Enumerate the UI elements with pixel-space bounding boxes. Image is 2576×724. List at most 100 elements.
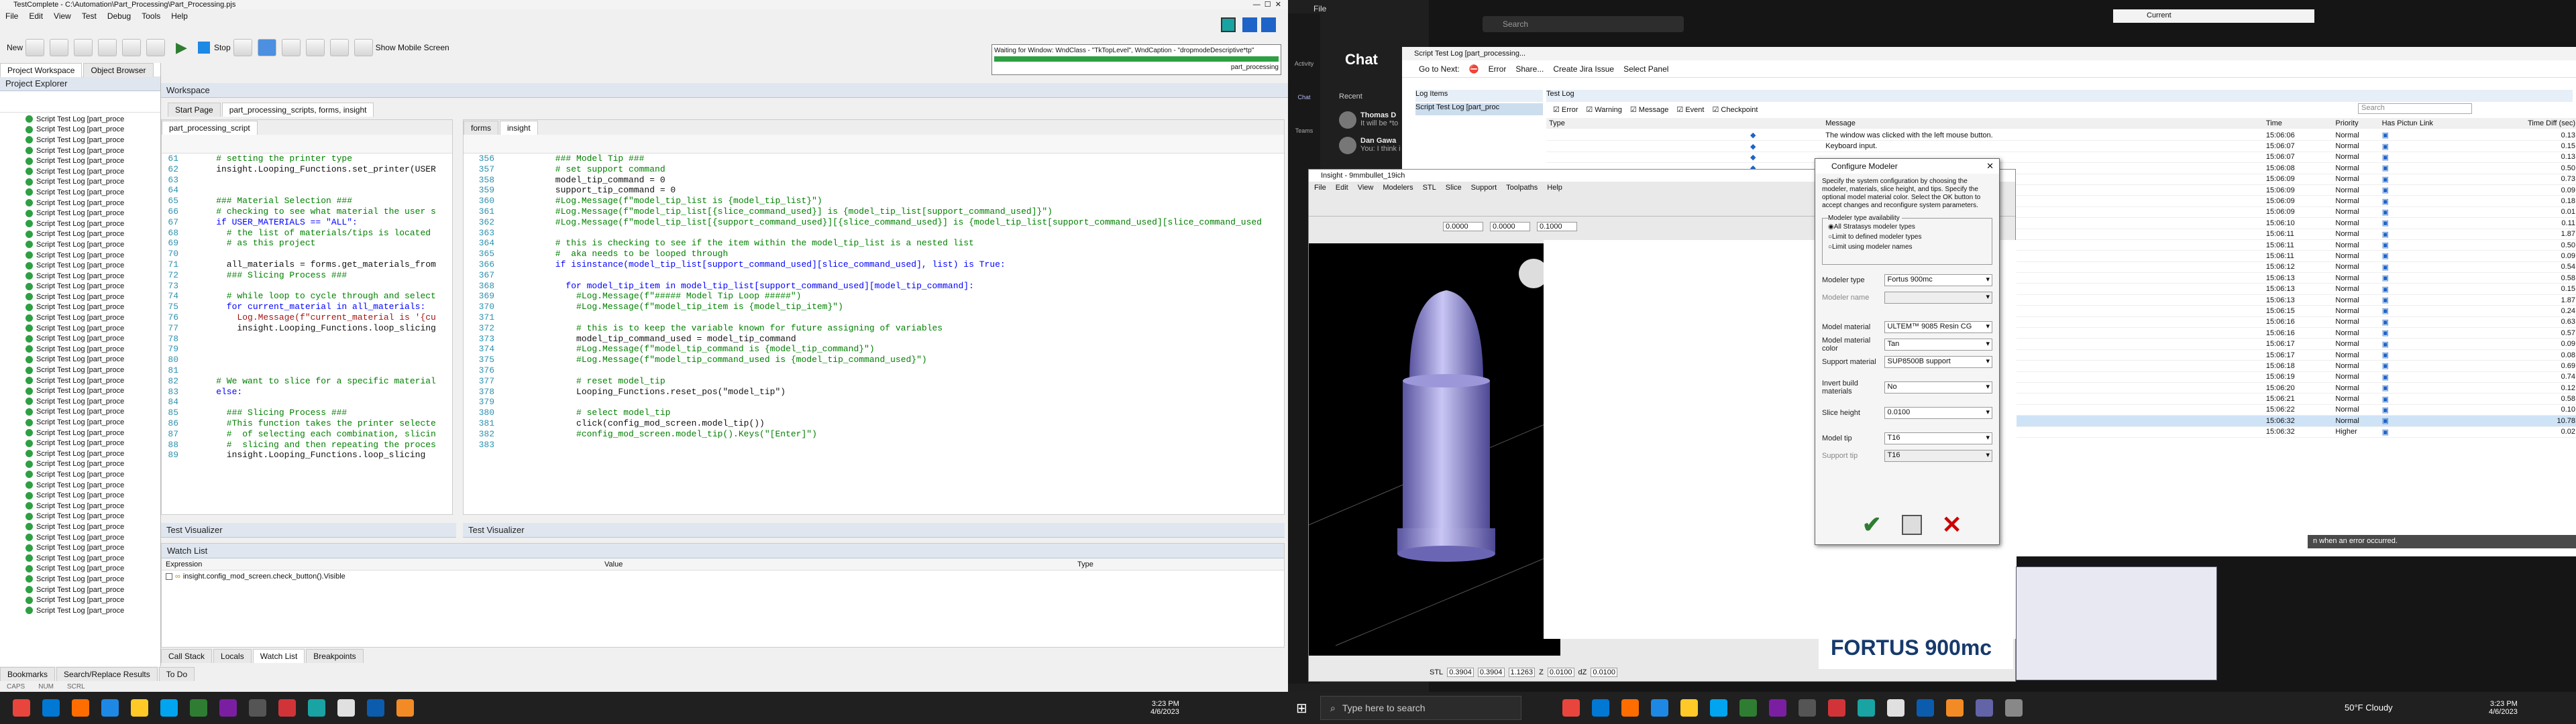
- menu-debug[interactable]: Debug: [107, 11, 131, 21]
- tree-log-item[interactable]: Script Test Log [part_proce: [0, 542, 160, 553]
- stop-recording-icon[interactable]: [1261, 17, 1276, 32]
- checkbox[interactable]: ☑: [1676, 106, 1685, 114]
- share-button[interactable]: Share...: [1515, 64, 1544, 74]
- picture-icon[interactable]: ▣: [2382, 406, 2389, 414]
- tree-log-item[interactable]: Script Test Log [part_proce: [0, 239, 160, 250]
- tree-log-item[interactable]: Script Test Log [part_proce: [0, 292, 160, 302]
- code-area[interactable]: ### Model Tip ### # set support command …: [497, 154, 1284, 450]
- tree-log-item[interactable]: Script Test Log [part_proce: [0, 208, 160, 219]
- tree-log-item[interactable]: Script Test Log [part_proce: [0, 177, 160, 188]
- col-priority[interactable]: Priority: [2332, 119, 2379, 127]
- picture-icon[interactable]: ▣: [2382, 373, 2389, 381]
- tab-bottom[interactable]: Bookmarks: [0, 666, 56, 681]
- tree-log-item[interactable]: Script Test Log [part_proce: [0, 145, 160, 156]
- taskbar-app-icon[interactable]: [13, 699, 30, 717]
- teams-file-menu[interactable]: File: [1313, 4, 1326, 13]
- radio-option[interactable]: ◉ All Stratasys modeler types: [1828, 222, 1986, 232]
- tree-log-item[interactable]: Script Test Log [part_proce: [0, 282, 160, 292]
- tab-scripts[interactable]: part_processing_scripts, forms, insight: [221, 102, 374, 117]
- new-button[interactable]: New: [7, 43, 23, 52]
- tab-bottom[interactable]: Search/Replace Results: [56, 666, 158, 681]
- taskbar-app-icon[interactable]: [1858, 699, 1875, 717]
- field-select[interactable]: SUP8500B support: [1884, 355, 1992, 368]
- taskbar-app-icon[interactable]: [1887, 699, 1904, 717]
- tree-log-item[interactable]: Script Test Log [part_proce: [0, 302, 160, 313]
- picture-icon[interactable]: ▣: [2382, 274, 2389, 282]
- picture-icon[interactable]: ▣: [2382, 208, 2389, 217]
- pause-icon[interactable]: [257, 39, 276, 56]
- taskbar-app-icon[interactable]: [278, 699, 296, 717]
- radio-option[interactable]: ○ Limit to defined modeler types: [1828, 232, 1986, 242]
- insight-menu-stl[interactable]: STL: [1423, 184, 1436, 192]
- menu-file[interactable]: File: [5, 11, 18, 21]
- col-time[interactable]: Time: [2263, 119, 2332, 127]
- tab-forms[interactable]: forms: [464, 120, 498, 135]
- taskbar-app-icon[interactable]: [1562, 699, 1580, 717]
- tree-log-item[interactable]: Script Test Log [part_proce: [0, 166, 160, 177]
- field-select[interactable]: T16: [1884, 432, 1992, 444]
- error-dropdown[interactable]: Error: [1489, 64, 1507, 74]
- checkbox[interactable]: ☑: [1586, 106, 1595, 114]
- tab-debug[interactable]: Watch List: [252, 648, 305, 663]
- tree-log-item[interactable]: Script Test Log [part_proce: [0, 501, 160, 511]
- taskbar-app-icon[interactable]: [1710, 699, 1727, 717]
- picture-icon[interactable]: ▣: [2382, 417, 2389, 425]
- windows-start-icon[interactable]: ⊞: [1296, 700, 1313, 716]
- picture-icon[interactable]: ▣: [2382, 396, 2389, 404]
- picture-icon[interactable]: ▣: [2382, 341, 2389, 349]
- tree-log-item[interactable]: Script Test Log [part_proce: [0, 312, 160, 323]
- picture-icon[interactable]: ▣: [2382, 219, 2389, 227]
- tree-log-item[interactable]: Script Test Log [part_proce: [0, 271, 160, 282]
- stop-icon[interactable]: [197, 42, 210, 54]
- radio-button[interactable]: ◉: [1828, 223, 1834, 231]
- picture-icon[interactable]: ▣: [2382, 384, 2389, 392]
- insight-menu-toolpaths[interactable]: Toolpaths: [1506, 184, 1538, 192]
- insight-menu-help[interactable]: Help: [1547, 184, 1562, 192]
- apply-icon[interactable]: [1901, 515, 1922, 535]
- tree-log-item[interactable]: Script Test Log [part_proce: [0, 260, 160, 271]
- tree-log-item[interactable]: Script Test Log [part_proce: [0, 375, 160, 386]
- col-link[interactable]: Link: [2417, 119, 2521, 127]
- menu-help[interactable]: Help: [171, 11, 188, 21]
- x-field[interactable]: 0.0000: [1443, 222, 1483, 231]
- log-search[interactable]: Search: [2358, 103, 2472, 114]
- taskbar-app-icon[interactable]: [190, 699, 207, 717]
- tree-log-item[interactable]: Script Test Log [part_proce: [0, 187, 160, 198]
- col-has-picture[interactable]: Has Picture: [2379, 119, 2417, 127]
- viewport-3d[interactable]: [1309, 243, 1560, 656]
- taskbar-app-icon[interactable]: [337, 699, 355, 717]
- tree-log-item[interactable]: Script Test Log [part_proce: [0, 396, 160, 407]
- field-select[interactable]: T16: [1884, 449, 1992, 462]
- picture-icon[interactable]: ▣: [2382, 296, 2389, 304]
- picture-icon[interactable]: ▣: [2382, 329, 2389, 337]
- tree-log-item[interactable]: Script Test Log [part_proce: [0, 219, 160, 229]
- tree-log-item[interactable]: Script Test Log [part_proce: [0, 125, 160, 135]
- taskbar-app-icon[interactable]: [1680, 699, 1698, 717]
- taskbar-app-icon[interactable]: [1621, 699, 1639, 717]
- col-type[interactable]: Type: [1546, 119, 1823, 127]
- tree-log-item[interactable]: Script Test Log [part_proce: [0, 480, 160, 491]
- picture-icon[interactable]: ▣: [2382, 318, 2389, 326]
- taskbar-app-icon[interactable]: [160, 699, 178, 717]
- insight-menu-support[interactable]: Support: [1471, 184, 1497, 192]
- picture-icon[interactable]: ▣: [2382, 198, 2389, 206]
- radio-option[interactable]: ○ Limit using modeler names: [1828, 242, 1986, 252]
- picture-icon[interactable]: ▣: [2382, 231, 2389, 239]
- close-icon[interactable]: ✕: [1986, 161, 1994, 172]
- tree-log-item[interactable]: Script Test Log [part_proce: [0, 459, 160, 470]
- toolbar-button[interactable]: [98, 39, 117, 56]
- taskbar-app-icon[interactable]: [1651, 699, 1668, 717]
- field-select[interactable]: [1884, 291, 1992, 304]
- checkbox[interactable]: ☑: [1712, 106, 1721, 114]
- log-row[interactable]: ◆ The window was clicked with the left mo…: [1546, 130, 2576, 141]
- insight-menu-view[interactable]: View: [1358, 184, 1374, 192]
- picture-icon[interactable]: ▣: [2382, 286, 2389, 294]
- tree-log-item[interactable]: Script Test Log [part_proce: [0, 428, 160, 438]
- toolbar-button[interactable]: [329, 39, 349, 56]
- tab-part-processing-script[interactable]: part_processing_script: [162, 120, 258, 135]
- col-type[interactable]: Type: [1077, 560, 1093, 568]
- tree-log-item[interactable]: Script Test Log [part_proce: [0, 198, 160, 208]
- picture-icon[interactable]: ▣: [2382, 164, 2389, 172]
- filter-error[interactable]: ☑ Error: [1553, 105, 1578, 114]
- watch-expression[interactable]: insight.config_mod_screen.check_button()…: [183, 572, 345, 581]
